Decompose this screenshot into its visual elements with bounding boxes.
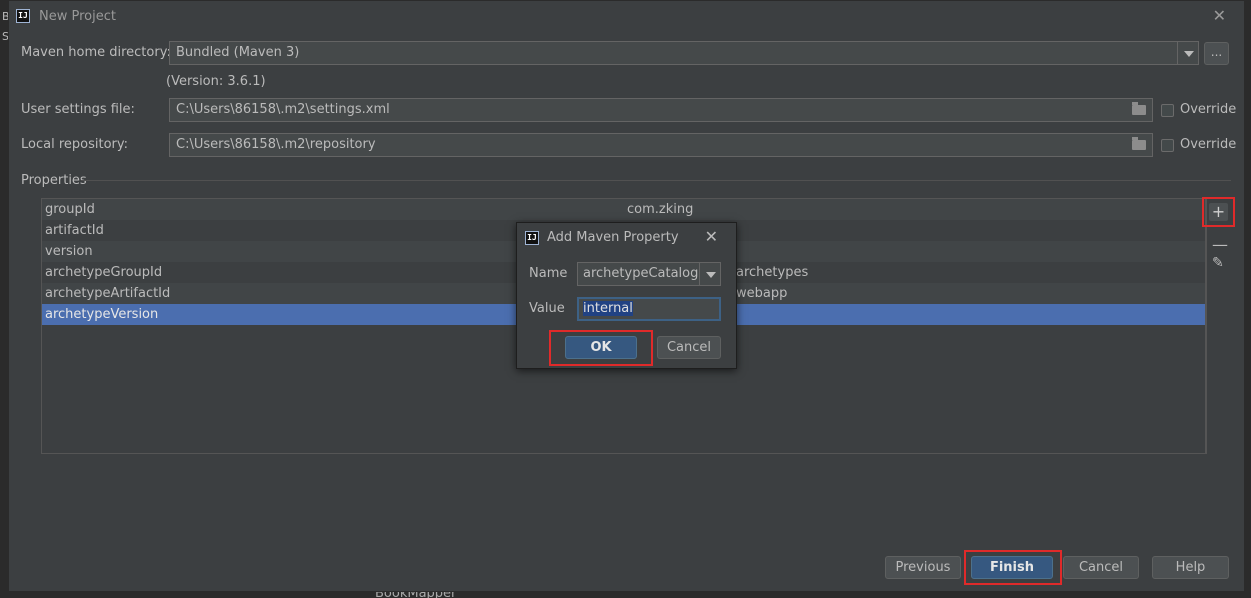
property-key: version [45,244,93,259]
maven-home-combo[interactable]: Bundled (Maven 3) [169,41,1199,65]
cancel-button[interactable]: Cancel [657,336,721,359]
value-label: Value [529,301,565,316]
property-key: artifactId [45,223,104,238]
user-settings-value: C:\Users\86158\.m2\settings.xml [176,102,390,117]
maven-home-label: Maven home directory: [21,45,171,60]
folder-icon[interactable] [1132,137,1146,150]
property-key: groupId [45,202,95,217]
close-icon[interactable]: ✕ [1213,6,1226,25]
edit-pencil-icon[interactable]: ✎ [1212,255,1224,271]
add-property-highlight: + [1202,197,1235,227]
property-value-text: internal [583,301,633,316]
local-repo-field[interactable]: C:\Users\86158\.m2\repository [169,133,1153,157]
local-repo-label: Local repository: [21,137,128,152]
ok-button[interactable]: OK [565,336,637,359]
user-settings-field[interactable]: C:\Users\86158\.m2\settings.xml [169,98,1153,122]
help-button[interactable]: Help [1152,556,1229,579]
property-value: com.zking [627,202,694,217]
title-bar: IJ New Project ✕ [9,1,1244,31]
window-title: New Project [39,9,116,24]
property-key: archetypeVersion [45,307,159,322]
properties-separator [81,180,1231,181]
add-maven-property-dialog: IJ Add Maven Property ✕ Name archetypeCa… [516,222,737,369]
properties-heading: Properties [21,173,87,188]
previous-label: Previous [895,560,951,575]
override-settings-label: Override [1180,102,1237,117]
table-row[interactable]: groupId com.zking [42,199,1205,220]
property-key: archetypeGroupId [45,265,163,280]
folder-icon[interactable] [1132,102,1146,115]
chevron-down-icon[interactable] [699,262,721,286]
name-label: Name [529,266,568,281]
intellij-app-icon: IJ [16,9,30,23]
property-value-field[interactable]: internal [577,297,721,321]
property-name-value: archetypeCatalog [583,266,699,281]
override-settings-checkbox[interactable] [1161,104,1174,117]
local-repo-value: C:\Users\86158\.m2\repository [176,137,376,152]
close-icon[interactable]: ✕ [705,227,718,246]
intellij-app-icon: IJ [525,231,539,245]
override-repo-label: Override [1180,137,1237,152]
dialog-title: Add Maven Property [547,230,679,245]
user-settings-label: User settings file: [21,102,135,117]
previous-button[interactable]: Previous [885,556,961,579]
maven-home-value: Bundled (Maven 3) [176,45,300,60]
cancel-button[interactable]: Cancel [1063,556,1139,579]
chevron-down-icon[interactable] [1177,41,1199,65]
property-value: archetypes [736,265,809,280]
property-value: webapp [736,286,788,301]
new-project-window: IJ New Project ✕ Maven home directory: B… [8,0,1245,592]
finish-button[interactable]: Finish [971,556,1053,579]
maven-version-text: (Version: 3.6.1) [166,74,266,89]
add-icon[interactable]: + [1209,203,1228,221]
background-editor-strip: B S [0,0,10,598]
property-name-combo[interactable]: archetypeCatalog [577,262,721,286]
browse-maven-home-button[interactable]: ... [1204,42,1229,65]
override-repo-checkbox[interactable] [1161,139,1174,152]
remove-icon[interactable]: — [1212,235,1228,254]
property-key: archetypeArtifactId [45,286,171,301]
